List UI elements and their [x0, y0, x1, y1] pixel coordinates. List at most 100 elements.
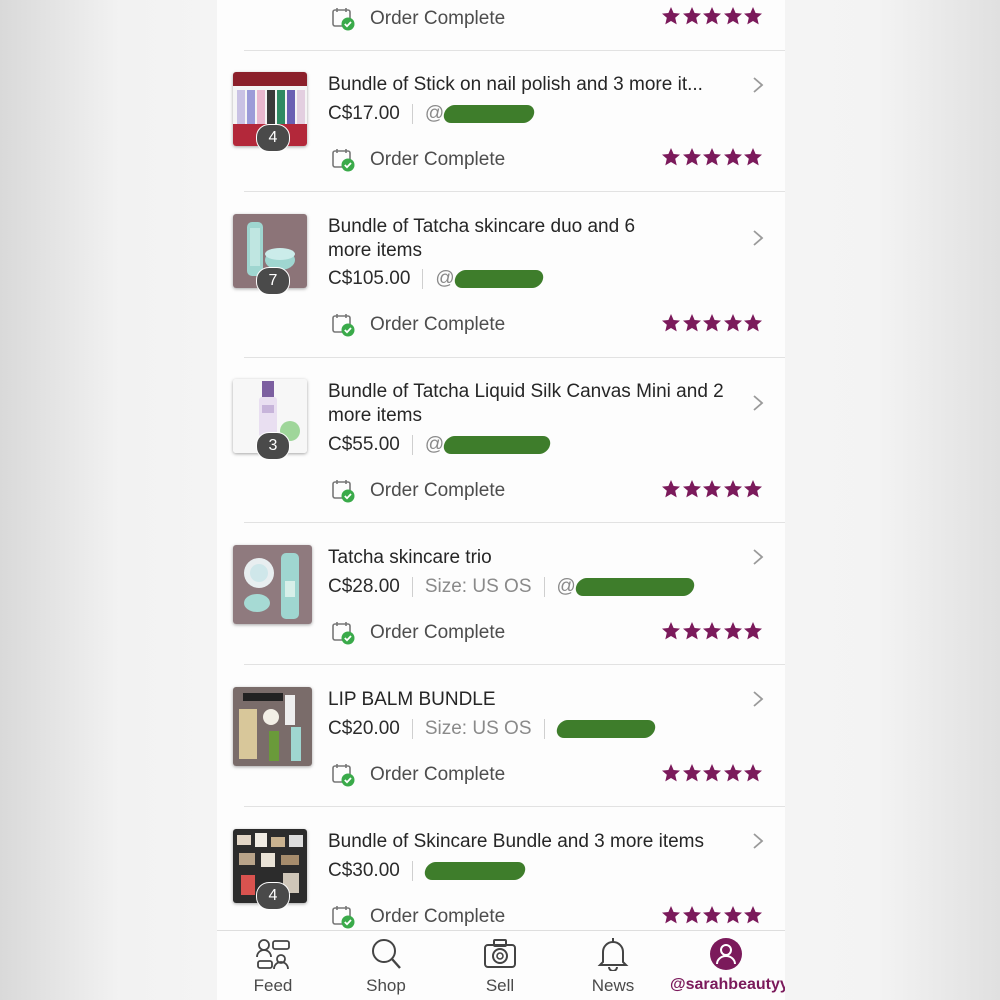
star-icon — [744, 148, 762, 166]
order-meta: C$20.00 Size: US OS — [328, 716, 657, 742]
buyer-handle: @ — [425, 103, 537, 125]
order-price: C$17.00 — [328, 103, 400, 124]
star-icon — [703, 7, 721, 25]
rating-stars — [661, 313, 764, 333]
star-icon — [662, 148, 680, 166]
buyer-handle: @ — [435, 268, 545, 290]
rating-stars — [661, 6, 764, 26]
bottom-tab-bar: Feed Shop Sell News @sarahbeautyy — [217, 930, 785, 1000]
order-title: Bundle of Skincare Bundle and 3 more ite… — [328, 831, 704, 852]
order-status: Order Complete — [332, 7, 505, 31]
star-icon — [662, 314, 680, 332]
order-price: C$30.00 — [328, 860, 400, 881]
order-list-screen: Order Complete 4 Bundle of Stick on nail… — [217, 0, 785, 1000]
chevron-right-icon[interactable] — [751, 831, 765, 851]
order-complete-icon — [332, 480, 355, 503]
order-title: Tatcha skincare trio — [328, 547, 492, 568]
chevron-right-icon[interactable] — [751, 689, 765, 709]
rating-stars — [661, 621, 764, 641]
tab-news[interactable]: News — [557, 931, 669, 1000]
chevron-right-icon[interactable] — [751, 228, 765, 248]
order-status-label: Order Complete — [370, 314, 506, 335]
buyer-handle — [554, 720, 657, 738]
star-icon — [662, 906, 680, 924]
star-icon — [723, 148, 742, 166]
order-meta: C$55.00 @ — [328, 432, 553, 458]
item-count-badge: 7 — [256, 267, 290, 295]
star-icon — [682, 622, 701, 640]
order-status-label: Order Complete — [370, 906, 506, 927]
tab-shop[interactable]: Shop — [330, 931, 442, 1000]
chevron-right-icon[interactable] — [751, 393, 765, 413]
separator — [411, 435, 413, 455]
order-title: Bundle of Tatcha skincare duo and 6 more… — [328, 216, 636, 261]
separator — [411, 861, 413, 881]
star-icon — [703, 764, 721, 782]
star-icon — [723, 622, 742, 640]
chevron-right-icon[interactable] — [751, 547, 765, 567]
redaction-mark — [422, 862, 527, 880]
order-price: C$105.00 — [328, 268, 411, 289]
order-status-label: Order Complete — [370, 622, 506, 643]
star-icon — [744, 906, 762, 924]
divider — [244, 522, 785, 523]
item-count-badge: 3 — [256, 432, 290, 460]
buyer-handle: @ — [557, 576, 696, 598]
tab-sell[interactable]: Sell — [444, 931, 556, 1000]
star-icon — [723, 7, 742, 25]
star-icon — [682, 314, 701, 332]
redaction-mark — [442, 436, 553, 454]
tab-label: Sell — [485, 976, 515, 995]
order-size: Size: US OS — [424, 718, 532, 739]
star-icon — [744, 480, 762, 498]
order-status: Order Complete — [332, 905, 505, 929]
star-icon — [703, 480, 721, 498]
lip-balm-image — [233, 687, 312, 766]
order-status: Order Complete — [332, 313, 505, 337]
star-icon — [703, 906, 721, 924]
camera-icon — [484, 939, 516, 968]
order-status-label: Order Complete — [370, 8, 506, 29]
order-meta: C$28.00 Size: US OS @ — [328, 574, 696, 600]
redaction-mark — [554, 720, 657, 738]
buyer-handle — [422, 862, 527, 880]
item-count-badge: 4 — [256, 124, 290, 152]
order-status: Order Complete — [332, 621, 505, 645]
separator — [411, 104, 413, 124]
product-thumbnail — [233, 545, 312, 624]
separator — [411, 577, 413, 597]
chevron-right-icon[interactable] — [751, 75, 765, 95]
divider — [244, 664, 785, 665]
separator — [411, 719, 413, 739]
redaction-mark — [442, 105, 537, 123]
handle-prefix: @ — [435, 268, 455, 289]
redaction-mark — [573, 578, 696, 596]
order-status: Order Complete — [332, 479, 505, 503]
tab-label: News — [591, 976, 635, 995]
star-icon — [703, 148, 721, 166]
order-status-label: Order Complete — [370, 764, 506, 785]
star-icon — [703, 314, 721, 332]
divider — [244, 50, 785, 51]
tab-label: Shop — [366, 976, 406, 995]
order-status-label: Order Complete — [370, 149, 506, 170]
star-icon — [682, 7, 701, 25]
order-complete-icon — [332, 149, 355, 172]
tab-profile[interactable]: @sarahbeautyy — [670, 931, 785, 1000]
separator — [543, 719, 545, 739]
order-status: Order Complete — [332, 763, 505, 787]
separator — [543, 577, 545, 597]
rating-stars — [661, 763, 764, 783]
order-complete-icon — [332, 906, 355, 929]
star-icon — [662, 480, 680, 498]
order-status: Order Complete — [332, 148, 505, 172]
order-price: C$28.00 — [328, 576, 400, 597]
redaction-mark — [452, 270, 545, 288]
order-size: Size: US OS — [424, 576, 532, 597]
tab-feed[interactable]: Feed — [217, 931, 329, 1000]
tab-label: Feed — [253, 976, 293, 995]
order-title: Bundle of Stick on nail polish and 3 mor… — [328, 74, 703, 95]
order-meta: C$30.00 — [328, 858, 527, 884]
profile-icon — [710, 938, 742, 970]
divider — [244, 806, 785, 807]
